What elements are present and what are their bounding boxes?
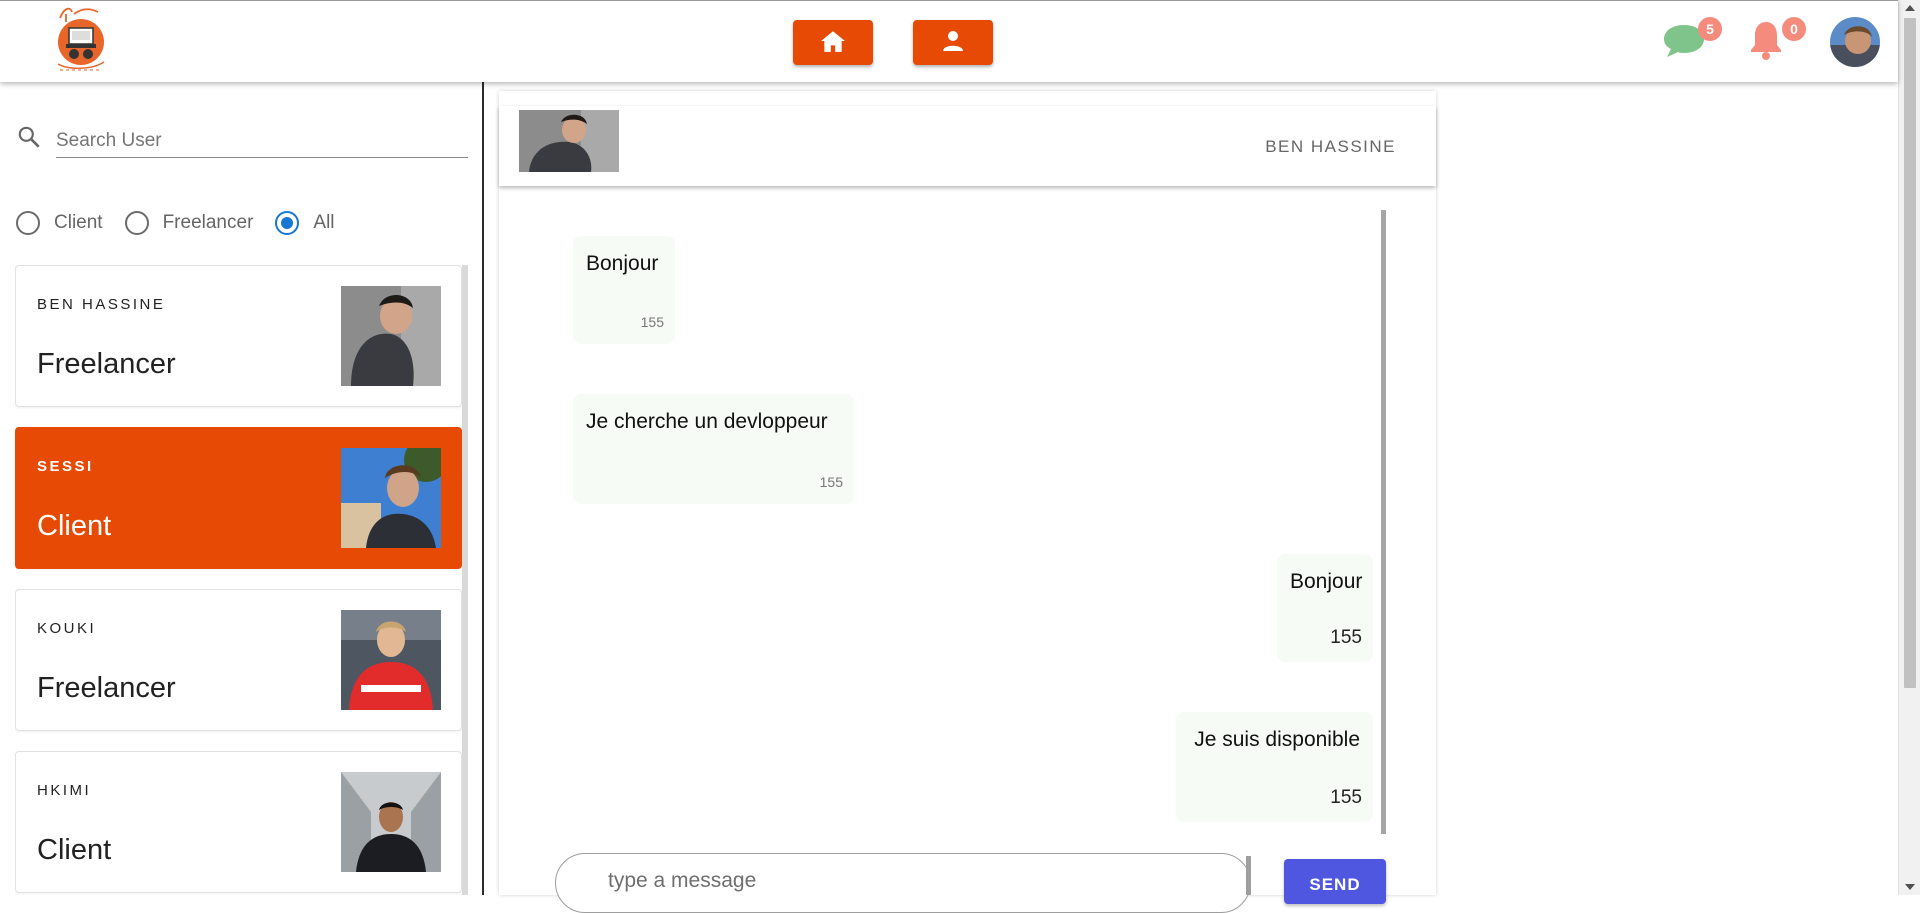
role-filter: Client Freelancer All xyxy=(16,210,357,236)
top-app-bar: 5 0 xyxy=(0,0,1898,82)
user-avatar[interactable] xyxy=(1830,17,1880,67)
send-button[interactable]: SEND xyxy=(1284,859,1386,904)
message-time: 155 xyxy=(640,314,664,330)
messages-badge: 5 xyxy=(1698,17,1722,41)
app-logo[interactable] xyxy=(52,4,112,77)
profile-button[interactable] xyxy=(913,20,993,65)
message-bubble: Je suis disponible 155 xyxy=(1176,712,1373,822)
filter-client-radio[interactable]: Client xyxy=(16,211,103,235)
notifications-badge: 0 xyxy=(1782,17,1806,41)
message-bubble: Bonjour 155 xyxy=(573,236,675,344)
user-role: Freelancer xyxy=(37,348,176,380)
filter-client-label: Client xyxy=(54,212,103,233)
message-text: Je cherche un devloppeur xyxy=(586,410,828,433)
user-name: SESSI xyxy=(37,458,94,475)
home-button[interactable] xyxy=(793,20,873,65)
user-card-kouki[interactable]: KOUKI Freelancer xyxy=(15,589,462,731)
bell-icon xyxy=(1748,22,1784,65)
user-search xyxy=(16,118,468,158)
chat-bubble-icon xyxy=(1662,25,1706,63)
radio-circle-icon xyxy=(16,211,40,235)
message-time: 155 xyxy=(1330,787,1362,808)
user-photo xyxy=(341,448,441,548)
message-text: Je suis disponible xyxy=(1194,728,1360,751)
message-time: 155 xyxy=(819,474,843,490)
contact-photo xyxy=(519,110,619,172)
radio-checked-icon xyxy=(275,211,300,235)
message-time: 155 xyxy=(1330,627,1362,648)
page-scrollbar-thumb[interactable] xyxy=(1904,18,1916,688)
filter-all-radio[interactable]: All xyxy=(275,211,335,235)
message-composer xyxy=(555,853,1251,913)
scroll-down-arrow-icon[interactable] xyxy=(1905,884,1915,890)
user-name: BEN HASSINE xyxy=(37,296,166,313)
user-card-hkimi[interactable]: HKIMI Client xyxy=(15,751,462,893)
message-bubble: Je cherche un devloppeur 155 xyxy=(573,394,854,504)
message-text: Bonjour xyxy=(1290,570,1363,593)
user-role: Freelancer xyxy=(37,672,176,704)
user-photo xyxy=(341,286,441,386)
user-list-scrollbar[interactable] xyxy=(462,265,468,895)
person-icon xyxy=(942,30,964,55)
user-list: BEN HASSINE Freelancer SESSI Client KOUK… xyxy=(15,265,462,895)
search-input[interactable] xyxy=(56,118,468,158)
radio-circle-icon xyxy=(124,211,149,235)
search-icon xyxy=(16,124,42,155)
filter-freelancer-radio[interactable]: Freelancer xyxy=(124,211,254,235)
message-bubble: Bonjour 155 xyxy=(1277,554,1373,662)
message-text: Bonjour xyxy=(586,252,659,275)
filter-freelancer-label: Freelancer xyxy=(162,212,254,233)
user-role: Client xyxy=(37,834,112,866)
user-photo xyxy=(341,772,441,872)
messages-button[interactable]: 5 xyxy=(1662,17,1722,64)
user-card-ben-hassine[interactable]: BEN HASSINE Freelancer xyxy=(15,265,462,407)
message-input[interactable] xyxy=(606,868,1206,894)
message-list: Bonjour 155 Je cherche un devloppeur 155… xyxy=(540,210,1385,832)
filter-all-label: All xyxy=(313,212,335,233)
scroll-up-arrow-icon[interactable] xyxy=(1905,5,1915,11)
notifications-button[interactable]: 0 xyxy=(1748,17,1806,66)
chat-header: BEN HASSINE xyxy=(499,106,1436,186)
message-list-scrollbar[interactable] xyxy=(1381,210,1386,834)
contact-name: BEN HASSINE xyxy=(1265,137,1396,156)
composer-scrollbar xyxy=(1246,856,1251,895)
sidebar-divider xyxy=(482,82,484,895)
user-name: HKIMI xyxy=(37,782,92,799)
user-photo xyxy=(341,610,441,710)
user-name: KOUKI xyxy=(37,620,97,637)
user-role: Client xyxy=(37,510,112,542)
home-icon xyxy=(820,29,846,56)
user-card-sessi[interactable]: SESSI Client xyxy=(15,427,462,569)
page-scrollbar[interactable] xyxy=(1898,0,1920,895)
